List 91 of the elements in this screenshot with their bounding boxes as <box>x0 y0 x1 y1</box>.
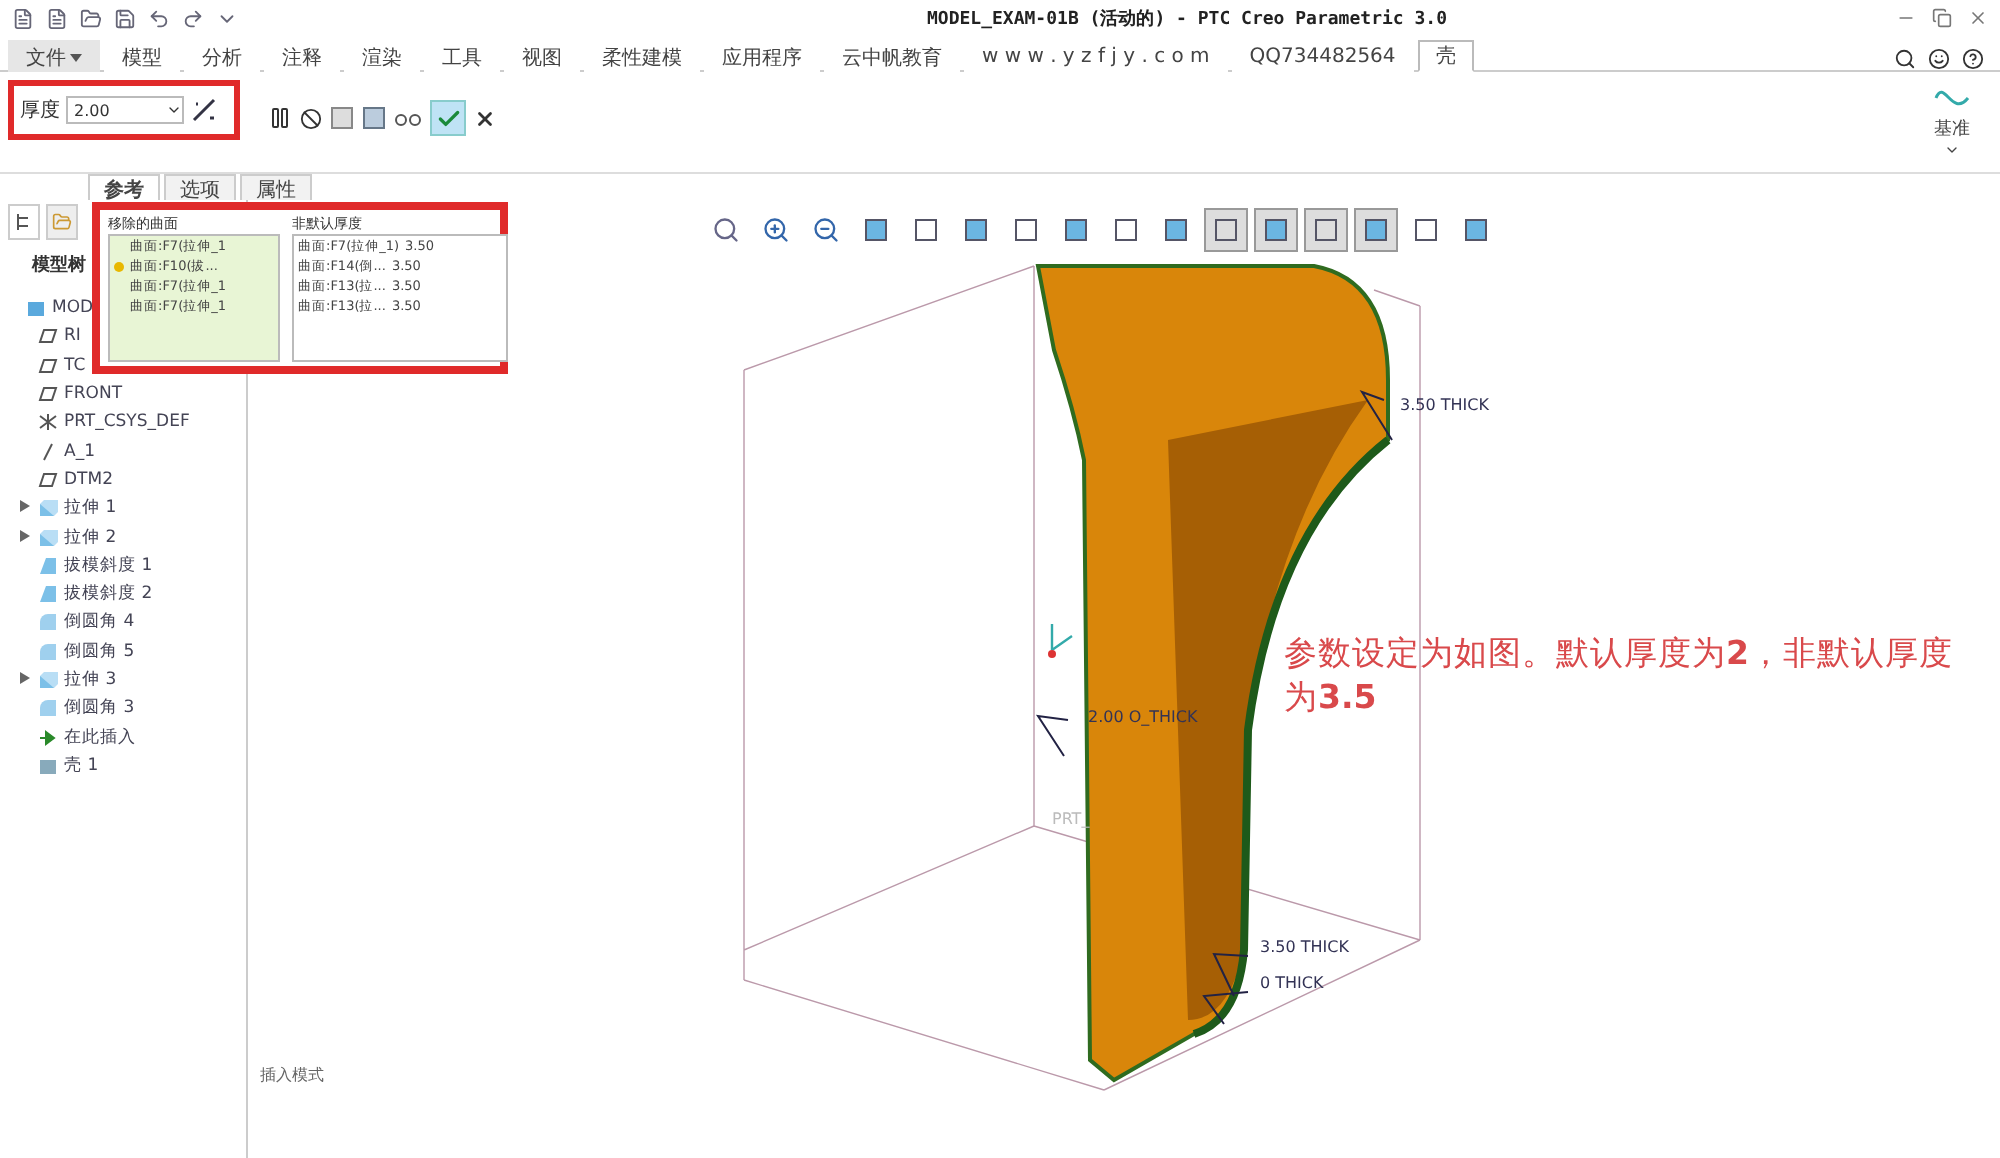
tree-item[interactable]: 拔模斜度 1 <box>64 553 153 578</box>
thickness-field[interactable]: 2.00 <box>66 96 184 124</box>
tree-item[interactable]: PRT_CSYS_DEF <box>64 412 190 433</box>
annotation-text: 参数设定为如图。默认厚度为2，非默认厚度为3.5 <box>1284 632 1955 720</box>
save-icon[interactable] <box>114 7 136 29</box>
tree-item[interactable]: 拉伸 3 <box>64 668 117 692</box>
dimension-leader <box>1212 952 1249 997</box>
refit-icon <box>712 216 740 244</box>
tree-icon <box>16 212 32 232</box>
plane-icon <box>38 469 58 490</box>
tree-item[interactable]: FRONT <box>64 384 123 405</box>
tree-item[interactable]: 倒圆角 3 <box>64 696 135 721</box>
tree-item[interactable]: 倒圆角 4 <box>64 610 135 635</box>
tree-item[interactable]: TC <box>64 355 86 376</box>
status-text: 插入模式 <box>260 1064 324 1086</box>
tree-item[interactable]: 拔模斜度 2 <box>64 582 153 607</box>
caret-icon[interactable] <box>166 102 182 118</box>
draft-icon <box>38 555 58 576</box>
cancel-icon[interactable] <box>474 107 496 129</box>
folder-icon <box>52 212 72 232</box>
plane-icon <box>38 355 58 376</box>
round-icon <box>38 641 58 662</box>
datum-label: 基准 <box>1934 117 1970 142</box>
round-icon <box>38 612 58 633</box>
dashboard-tab[interactable]: 属性 <box>240 174 312 200</box>
thickness-dimension[interactable]: 3.50 THICK <box>1260 938 1349 956</box>
model-tree-tab[interactable] <box>8 204 40 240</box>
flip-icon[interactable] <box>190 96 218 124</box>
dimension-leader <box>1359 390 1393 441</box>
undo-icon[interactable] <box>148 7 170 29</box>
thickness-dimension[interactable]: 0 THICK <box>1260 974 1324 992</box>
model-tree-title: 模型树 <box>32 253 86 278</box>
caret-icon <box>1944 142 1960 158</box>
zoom-out-icon <box>812 216 840 244</box>
dashboard-tab[interactable]: 选项 <box>164 174 236 200</box>
part-icon <box>26 298 46 319</box>
glasses-icon[interactable] <box>394 108 422 128</box>
check-icon <box>435 105 461 131</box>
restore-icon[interactable] <box>1932 8 1952 28</box>
insert-arrow-icon <box>38 727 58 748</box>
tree-item[interactable]: 在此插入 <box>64 725 136 750</box>
no-preview-icon[interactable] <box>300 107 322 129</box>
app-icon[interactable] <box>12 7 34 29</box>
dashboard-tab[interactable]: 参考 <box>88 174 160 200</box>
help-icon[interactable] <box>1962 48 1984 70</box>
dimension-leader <box>1035 714 1069 757</box>
file-menu[interactable]: 文件 <box>8 40 100 72</box>
ribbon-tab[interactable]: w w w . y z f j y . c o m <box>964 40 1228 72</box>
expand-arrow-icon[interactable] <box>20 529 30 542</box>
open-icon[interactable] <box>80 7 102 29</box>
tree-item[interactable]: 拉伸 2 <box>64 525 117 550</box>
expand-arrow-icon[interactable] <box>20 672 30 684</box>
tree-item[interactable]: 倒圆角 5 <box>64 639 135 664</box>
csys-display-button[interactable] <box>1354 208 1398 252</box>
search-icon[interactable] <box>1894 48 1916 70</box>
plane-icon <box>38 326 58 347</box>
smiley-icon[interactable] <box>1928 48 1950 70</box>
draft-icon <box>38 584 58 605</box>
ribbon-tab[interactable]: 壳 <box>1417 40 1474 72</box>
redo-icon[interactable] <box>182 7 204 29</box>
extrude-icon <box>38 670 58 690</box>
pause-icon[interactable] <box>268 106 292 130</box>
extrude-icon <box>38 498 58 519</box>
tree-item[interactable]: 壳 1 <box>64 753 99 778</box>
caret-icon <box>70 53 82 61</box>
thickness-dimension[interactable]: 2.00 O_THICK <box>1088 708 1198 726</box>
new-icon[interactable] <box>46 7 68 29</box>
point-display-button[interactable] <box>1304 208 1348 252</box>
close-icon[interactable] <box>1968 8 1988 28</box>
tree-item[interactable]: MOD <box>52 298 94 319</box>
thickness-dimension[interactable]: 3.50 THICK <box>1400 396 1489 414</box>
round-icon <box>38 698 58 719</box>
zoom-in-icon <box>762 216 790 244</box>
csys-triad-icon <box>1048 622 1074 658</box>
window-title: MODEL_EXAM-01B (活动的) - PTC Creo Parametric 3.0 <box>925 7 1449 31</box>
plane-display-button[interactable] <box>1204 208 1248 252</box>
csys-icon <box>38 412 58 433</box>
tree-item[interactable]: 拉伸 1 <box>64 496 117 521</box>
axis-display-button[interactable] <box>1254 208 1298 252</box>
expand-arrow-icon[interactable] <box>20 500 30 513</box>
extrude-icon <box>38 527 58 548</box>
tree-item[interactable]: RI <box>64 326 81 347</box>
axis-icon <box>38 441 58 462</box>
dimension-leader <box>1202 991 1249 1025</box>
tree-item[interactable]: DTM2 <box>64 469 113 490</box>
ribbon-tab[interactable]: 云中帆教育 <box>824 40 960 72</box>
datum-button[interactable]: 基准 <box>1932 80 1972 158</box>
shell-icon <box>38 755 58 776</box>
tree-item[interactable]: A_1 <box>64 441 95 462</box>
thickness-label: 厚度 <box>20 97 60 124</box>
plane-icon <box>38 384 58 405</box>
